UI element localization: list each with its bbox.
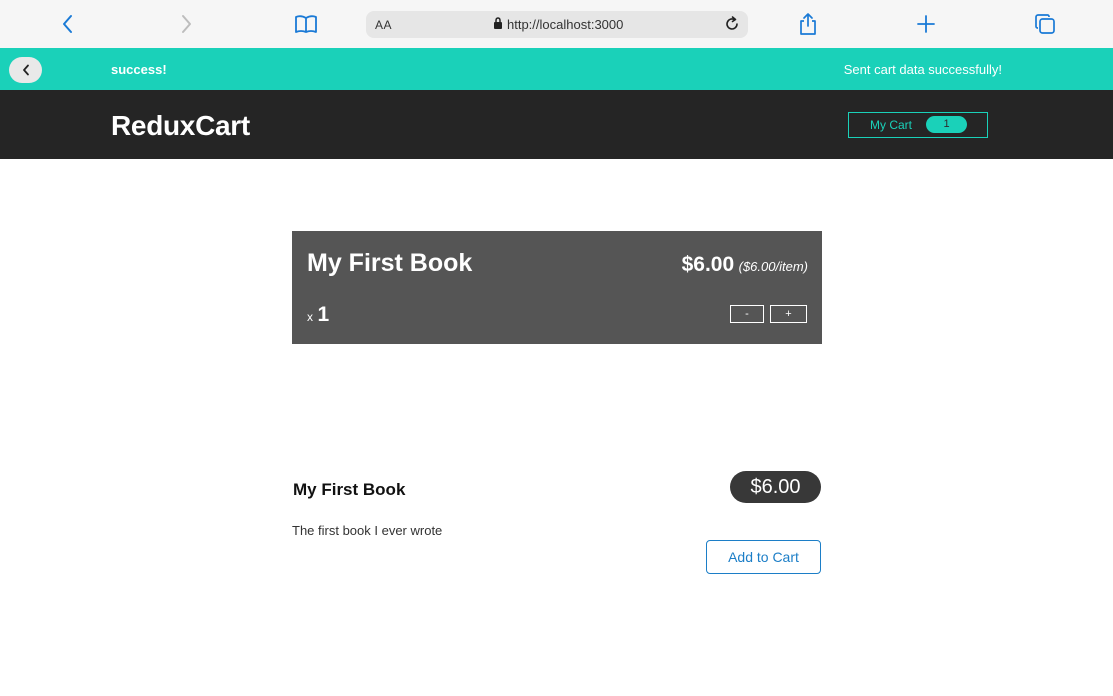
reload-icon[interactable] [723,15,741,38]
back-button[interactable] [9,57,42,83]
cart-item-per-item-price: ($6.00/item) [738,259,808,274]
chevron-right-icon[interactable] [172,10,200,38]
notification-title: success! [111,62,167,77]
cart-item: My First Book $6.00 ($6.00/item) x 1 - + [292,231,822,344]
address-bar[interactable]: AA http://localhost:3000 [366,11,748,38]
app-logo: ReduxCart [111,110,250,141]
app-header: ReduxCart My Cart 1 [0,90,1113,159]
page: AA http://localhost:3000 success! Sent c… [0,0,1113,696]
tabs-icon[interactable] [1031,10,1059,38]
notification-bar: success! Sent cart data successfully! [0,48,1113,90]
reader-text-size-button[interactable]: AA [375,18,392,32]
product-title: My First Book [293,480,406,499]
product-description: The first book I ever wrote [292,523,443,538]
notification-message: Sent cart data successfully! [843,62,1002,77]
decrement-quantity-button[interactable]: - [730,305,764,323]
cart-item-quantity: x 1 [307,303,329,327]
browser-toolbar: AA http://localhost:3000 [0,0,1113,48]
url-text: http://localhost:3000 [507,17,624,32]
book-icon[interactable] [292,10,320,38]
add-to-cart-button[interactable]: Add to Cart [706,540,821,574]
quantity-prefix: x [307,310,313,324]
cart-item-price: $6.00 ($6.00/item) [682,253,808,277]
chevron-left-icon[interactable] [54,10,82,38]
increment-quantity-button[interactable]: + [770,305,807,323]
cart-count-badge: 1 [926,116,967,133]
product-price-badge: $6.00 [730,471,821,503]
my-cart-button[interactable]: My Cart 1 [848,112,988,138]
chevron-left-icon [22,64,29,76]
quantity-value: 1 [317,303,330,326]
lock-icon [493,17,503,35]
cart-item-total: $6.00 [681,253,735,276]
plus-icon[interactable] [912,10,940,38]
share-icon[interactable] [794,10,822,38]
cart-item-title: My First Book [307,249,473,277]
cart-button-label: My Cart [870,118,912,132]
